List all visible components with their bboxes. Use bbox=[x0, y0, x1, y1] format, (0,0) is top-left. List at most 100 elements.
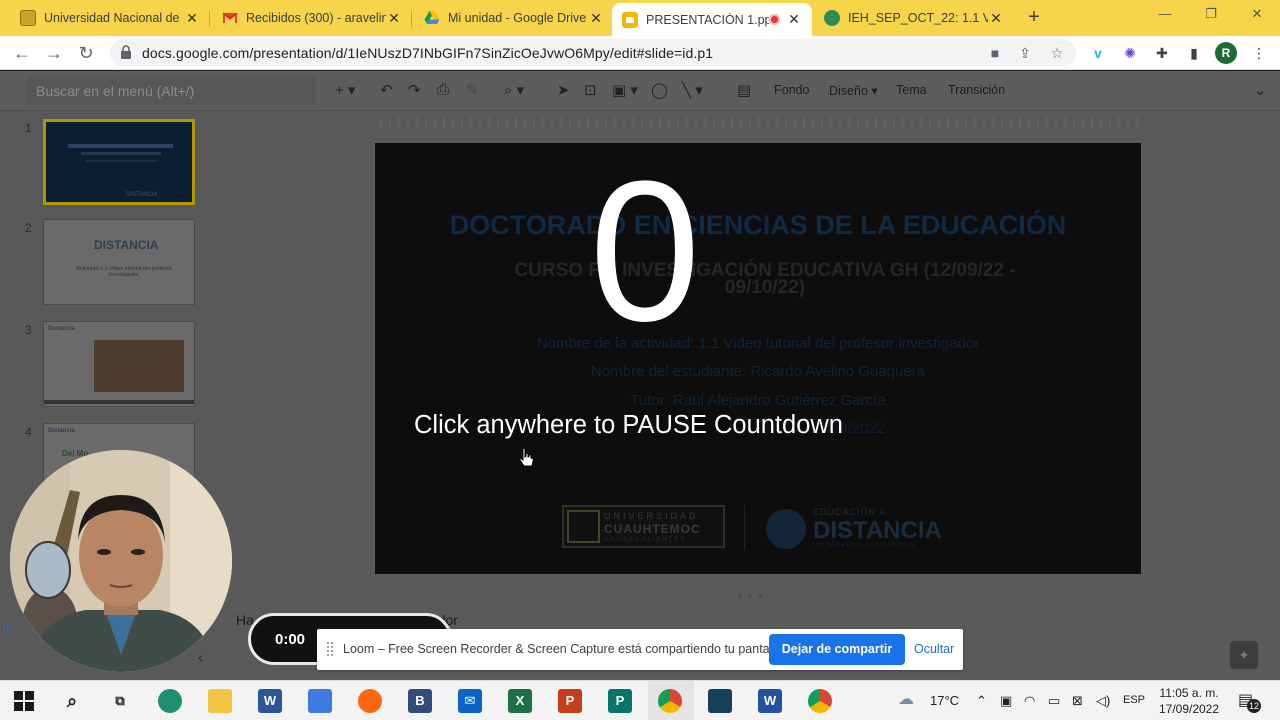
zoom-icon[interactable]: ⌕ ▾ bbox=[504, 81, 524, 99]
app-icon[interactable] bbox=[708, 689, 732, 713]
comment-icon[interactable]: ▤ bbox=[737, 81, 751, 99]
tab-gmail[interactable]: Recibidos (300) - araveline ✕ bbox=[212, 3, 412, 33]
background-button[interactable]: Fondo bbox=[774, 83, 809, 97]
presentation-slide[interactable]: DOCTORADO EN CIENCIAS DE LA EDUCACIÓN CU… bbox=[375, 143, 1141, 574]
tab-presentacion[interactable]: PRESENTACIÓN 1.ppt ✕ bbox=[612, 3, 812, 36]
tab-title: Universidad Nacional de E bbox=[44, 11, 184, 25]
collapse-toolbar-icon[interactable]: ⌄ bbox=[1254, 81, 1267, 99]
profile-avatar[interactable]: R bbox=[1215, 42, 1237, 64]
meet-now-icon[interactable]: ▣ bbox=[1000, 693, 1012, 709]
clock[interactable]: 11:05 a. m. 17/09/2022 bbox=[1156, 685, 1222, 717]
pause-countdown-prompt[interactable]: Click anywhere to PAUSE Countdown bbox=[414, 411, 843, 440]
tab-google-drive[interactable]: Mi unidad - Google Drive ✕ bbox=[414, 3, 614, 33]
menu-kebab-icon[interactable]: ⋮ bbox=[1250, 44, 1268, 62]
vimeo-extension-icon[interactable]: v bbox=[1089, 44, 1107, 62]
tab-title: IEH_SEP_OCT_22: 1.1 Vide bbox=[848, 11, 988, 25]
sharing-message: Loom – Free Screen Recorder & Screen Cap… bbox=[343, 642, 786, 656]
stop-sharing-button[interactable]: Dejar de compartir bbox=[769, 634, 905, 665]
volume-icon[interactable]: ◁) bbox=[1096, 693, 1110, 709]
thumb-logo-text: DISTANCIA bbox=[94, 238, 159, 252]
restore-icon[interactable]: ❐ bbox=[1188, 6, 1234, 22]
slide-number: 2 bbox=[25, 221, 32, 235]
image-icon[interactable]: ▣ ▾ bbox=[612, 81, 638, 99]
extensions-icon[interactable]: ✚ bbox=[1153, 44, 1171, 62]
slide-thumbnail-2[interactable]: DISTANCIA Actividad 1.1 Video tutorial d… bbox=[43, 219, 195, 305]
google-slides-icon bbox=[622, 11, 638, 28]
excel-icon[interactable]: X bbox=[508, 689, 532, 713]
firefox-icon[interactable] bbox=[358, 689, 382, 713]
close-tab-icon[interactable]: ✕ bbox=[184, 10, 200, 27]
weather-cloud-icon[interactable]: ☁ bbox=[898, 689, 914, 709]
omnibox[interactable]: docs.google.com/presentation/d/1IeNUszD7… bbox=[110, 39, 1076, 67]
webcam-feed bbox=[10, 450, 232, 672]
webex-icon[interactable]: W bbox=[758, 689, 782, 713]
grid-view-icon[interactable]: ⁞⁞ bbox=[2, 621, 10, 637]
gmail-icon bbox=[222, 10, 238, 26]
close-window-icon[interactable]: ✕ bbox=[1234, 6, 1280, 22]
store-icon[interactable] bbox=[308, 689, 332, 713]
forward-icon[interactable]: → bbox=[42, 41, 66, 65]
url-text: docs.google.com/presentation/d/1IeNUszD7… bbox=[142, 45, 714, 61]
notifications-icon[interactable]: ▤ 12 bbox=[1238, 688, 1261, 713]
paint-format-icon[interactable]: ✎ bbox=[466, 81, 479, 99]
show-hidden-icons-icon[interactable]: ⌃ bbox=[976, 693, 987, 709]
wifi-icon[interactable]: ◠ bbox=[1024, 693, 1035, 709]
minimize-icon[interactable]: — bbox=[1142, 6, 1188, 21]
chrome-profile-icon[interactable] bbox=[808, 689, 832, 713]
close-tab-icon[interactable]: ✕ bbox=[988, 10, 1004, 27]
universidad-cuauhtemoc-logo: UNIVERSIDAD CUAUHTEMOC AGUASCALIENTES bbox=[562, 505, 725, 548]
collapse-filmstrip-icon[interactable]: ‹ bbox=[198, 649, 203, 665]
close-tab-icon[interactable]: ✕ bbox=[786, 11, 802, 28]
back-icon[interactable]: ← bbox=[10, 41, 34, 65]
weather-temperature[interactable]: 17°C bbox=[930, 693, 959, 708]
layout-button[interactable]: Diseño ▾ bbox=[829, 83, 878, 98]
input-icon[interactable]: ⊠ bbox=[1072, 693, 1083, 709]
new-slide-icon[interactable]: + ▾ bbox=[335, 81, 355, 99]
camera-icon[interactable]: ■ bbox=[986, 45, 1004, 63]
slide-activity: Nombre de la actividad: 1.1 Video tutori… bbox=[536, 335, 980, 352]
mail-icon[interactable]: ✉ bbox=[458, 689, 482, 713]
shape-icon[interactable]: ◯ bbox=[651, 81, 668, 99]
chrome-icon[interactable] bbox=[658, 689, 682, 713]
print-icon[interactable]: ⎙ bbox=[437, 81, 449, 98]
publisher-icon[interactable]: P bbox=[608, 689, 632, 713]
edge-icon[interactable] bbox=[158, 689, 182, 713]
new-tab-button[interactable]: + bbox=[1022, 5, 1046, 29]
extension-puzzle-alt-icon[interactable]: ✺ bbox=[1121, 44, 1139, 62]
notes-resize-handle[interactable]: • • • bbox=[738, 591, 764, 602]
tab-universidad[interactable]: Universidad Nacional de E ✕ bbox=[10, 3, 210, 33]
text-box-icon[interactable]: ⊡ bbox=[584, 81, 597, 99]
search-icon[interactable]: ⌕ bbox=[60, 689, 84, 713]
redo-icon[interactable]: ↷ bbox=[408, 81, 421, 99]
powerpoint-icon[interactable]: P bbox=[558, 689, 582, 713]
select-cursor-icon[interactable]: ➤ bbox=[557, 81, 570, 99]
transition-button[interactable]: Transición bbox=[948, 83, 1005, 97]
undo-icon[interactable]: ↶ bbox=[380, 81, 393, 99]
file-explorer-icon[interactable] bbox=[208, 689, 232, 713]
webcam-bubble[interactable] bbox=[10, 450, 232, 672]
share-icon[interactable]: ⇪ bbox=[1016, 45, 1034, 63]
bookmark-star-icon[interactable]: ☆ bbox=[1048, 45, 1066, 63]
university-crest-icon bbox=[20, 10, 36, 26]
close-tab-icon[interactable]: ✕ bbox=[588, 10, 604, 27]
drag-handle-icon[interactable] bbox=[327, 642, 333, 656]
tab-moodle[interactable]: IEH_SEP_OCT_22: 1.1 Vide ✕ bbox=[814, 3, 1014, 33]
windows-start-icon[interactable] bbox=[12, 689, 36, 713]
side-panel-icon[interactable]: ▮ bbox=[1185, 44, 1203, 62]
word-icon[interactable]: W bbox=[258, 689, 282, 713]
thumb-logo-text: DISTANCIA bbox=[126, 192, 158, 198]
slide-thumbnail-3[interactable]: Distancia bbox=[43, 321, 195, 407]
logo-text: AGUASCALIENTES bbox=[604, 537, 687, 543]
theme-button[interactable]: Tema bbox=[896, 83, 927, 97]
explore-icon[interactable]: ✦ bbox=[1230, 641, 1258, 669]
close-tab-icon[interactable]: ✕ bbox=[386, 10, 402, 27]
slide-thumbnail-1[interactable]: DISTANCIA bbox=[43, 119, 195, 205]
blackboard-icon[interactable]: B bbox=[408, 689, 432, 713]
battery-icon[interactable]: ▭ bbox=[1048, 693, 1060, 709]
language-indicator[interactable]: ESP bbox=[1123, 694, 1145, 706]
line-icon[interactable]: ╲ ▾ bbox=[682, 81, 703, 99]
menu-search-input[interactable]: Buscar en el menú (Alt+/) bbox=[26, 77, 316, 105]
task-view-icon[interactable]: ⧉ bbox=[108, 689, 132, 713]
reload-icon[interactable]: ↻ bbox=[74, 41, 98, 65]
hide-button[interactable]: Ocultar bbox=[914, 642, 954, 656]
